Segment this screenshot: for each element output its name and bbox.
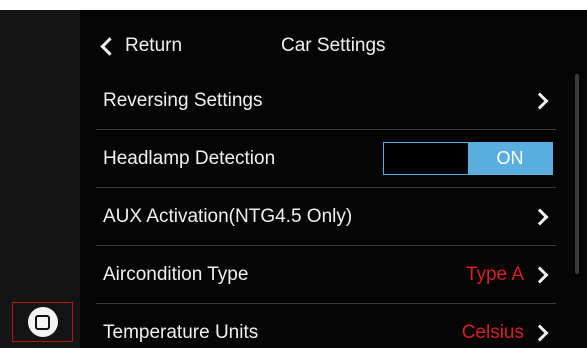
- home-square-icon: [35, 314, 50, 330]
- scrollbar[interactable]: [575, 74, 579, 274]
- headlamp-detection-toggle[interactable]: ON: [383, 142, 553, 175]
- row-headlamp-detection: Headlamp Detection ON: [96, 130, 556, 188]
- chevron-right-icon: [531, 92, 549, 109]
- chevron-left-icon: [100, 36, 119, 56]
- row-label: Reversing Settings: [103, 89, 263, 111]
- header: Return Car Settings: [96, 28, 556, 64]
- row-value: Celsius: [461, 321, 524, 343]
- home-button-highlight[interactable]: [12, 302, 73, 342]
- row-reversing-settings[interactable]: Reversing Settings: [96, 72, 556, 130]
- row-value: Type A: [465, 263, 524, 285]
- toggle-off-segment[interactable]: [384, 143, 468, 174]
- row-right: [531, 92, 552, 109]
- row-temperature-units[interactable]: Temperature Units Celsius: [96, 304, 556, 348]
- chevron-right-icon: [531, 208, 549, 225]
- row-right: [531, 208, 552, 225]
- row-label: Temperature Units: [103, 321, 259, 343]
- row-aux-activation[interactable]: AUX Activation(NTG4.5 Only): [96, 188, 556, 246]
- row-right: Type A: [466, 264, 552, 286]
- toggle-on-segment[interactable]: ON: [468, 143, 552, 174]
- return-button[interactable]: Return: [98, 28, 182, 64]
- chevron-right-icon: [531, 266, 549, 283]
- chevron-right-icon: [531, 324, 549, 341]
- page-title: Car Settings: [281, 35, 386, 56]
- row-label: Headlamp Detection: [103, 147, 276, 169]
- car-settings-screen: Return Car Settings Reversing Settings H…: [0, 10, 587, 348]
- return-label: Return: [125, 35, 183, 56]
- home-button[interactable]: [27, 307, 58, 337]
- row-aircondition-type[interactable]: Aircondition Type Type A: [96, 246, 556, 304]
- settings-list: Reversing Settings Headlamp Detection ON…: [96, 72, 556, 348]
- row-right: Celsius: [462, 322, 552, 344]
- row-label: AUX Activation(NTG4.5 Only): [103, 205, 353, 227]
- sidebar: [0, 10, 80, 348]
- row-label: Aircondition Type: [103, 263, 249, 285]
